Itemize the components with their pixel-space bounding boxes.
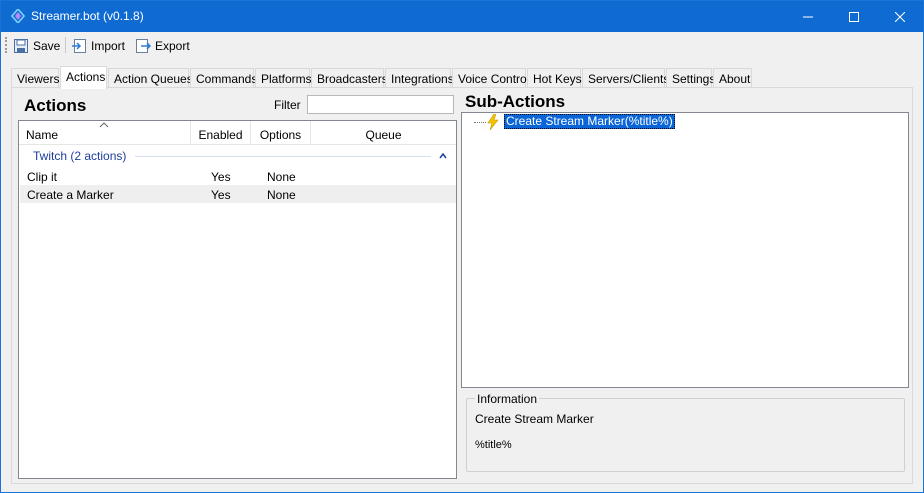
import-button[interactable]: Import bbox=[71, 36, 125, 56]
column-header-options[interactable]: Options bbox=[251, 121, 311, 145]
import-icon bbox=[72, 39, 86, 53]
tab-actions[interactable]: Actions bbox=[60, 66, 107, 89]
save-button[interactable]: Save bbox=[13, 36, 60, 56]
streamerbot-logo-icon bbox=[11, 9, 25, 23]
column-header-queue[interactable]: Queue bbox=[311, 121, 456, 145]
title-bar[interactable]: Streamer.bot (v0.1.8) bbox=[1, 1, 923, 32]
action-name: Clip it bbox=[27, 170, 58, 184]
close-icon bbox=[895, 11, 905, 22]
tree-connector bbox=[474, 122, 486, 123]
action-enabled: Yes bbox=[211, 188, 231, 202]
collapse-chevron-icon[interactable] bbox=[439, 153, 447, 159]
close-button[interactable] bbox=[877, 1, 923, 32]
tab-viewers[interactable]: Viewers bbox=[11, 68, 59, 88]
column-name-label: Name bbox=[26, 128, 59, 142]
filter-input[interactable] bbox=[307, 95, 454, 114]
sub-actions-tree[interactable]: Create Stream Marker(%title%) bbox=[461, 112, 909, 388]
actions-tab-page: Actions Filter Name Enabled Options Queu… bbox=[11, 87, 913, 484]
toolbar-grip[interactable] bbox=[5, 37, 8, 53]
tab-integrations[interactable]: Integrations bbox=[385, 68, 454, 88]
tab-hot-keys[interactable]: Hot Keys bbox=[527, 68, 582, 88]
export-icon bbox=[136, 39, 151, 53]
window-title: Streamer.bot (v0.1.8) bbox=[31, 9, 144, 23]
sort-ascending-icon bbox=[99, 122, 109, 128]
minimize-icon bbox=[803, 16, 813, 17]
information-detail: %title% bbox=[475, 439, 512, 451]
column-header-enabled[interactable]: Enabled bbox=[191, 121, 251, 145]
list-item[interactable]: Create a Marker Yes None bbox=[20, 185, 456, 203]
tab-settings[interactable]: Settings bbox=[666, 68, 715, 88]
lightning-icon bbox=[487, 114, 499, 130]
list-item[interactable]: Clip it Yes None bbox=[20, 167, 456, 185]
information-group: Information Create Stream Marker %title% bbox=[466, 392, 905, 472]
minimize-button[interactable] bbox=[785, 1, 831, 32]
action-options: None bbox=[267, 188, 296, 202]
filter-label: Filter bbox=[274, 98, 301, 112]
actions-list-header: Name Enabled Options Queue bbox=[19, 121, 456, 145]
sub-action-item[interactable]: Create Stream Marker(%title%) bbox=[504, 114, 675, 129]
information-title: Create Stream Marker bbox=[475, 412, 594, 426]
sub-actions-heading: Sub-Actions bbox=[465, 92, 566, 111]
tab-action-queues[interactable]: Action Queues bbox=[108, 68, 193, 88]
toolbar-separator bbox=[65, 37, 66, 53]
save-icon bbox=[14, 39, 28, 53]
app-window: Streamer.bot (v0.1.8) Save Import Export… bbox=[0, 0, 924, 493]
action-name: Create a Marker bbox=[27, 188, 114, 202]
export-button[interactable]: Export bbox=[135, 36, 190, 56]
actions-list[interactable]: Name Enabled Options Queue Twitch (2 act… bbox=[18, 120, 457, 479]
group-header-twitch[interactable]: Twitch (2 actions) bbox=[19, 147, 456, 165]
save-label: Save bbox=[33, 39, 61, 53]
tab-about[interactable]: About bbox=[713, 68, 752, 88]
export-label: Export bbox=[155, 39, 190, 53]
group-label: Twitch (2 actions) bbox=[33, 149, 127, 163]
action-options: None bbox=[267, 170, 296, 184]
maximize-icon bbox=[849, 11, 859, 22]
information-legend: Information bbox=[475, 392, 540, 406]
maximize-button[interactable] bbox=[831, 1, 877, 32]
import-label: Import bbox=[91, 39, 126, 53]
tab-servers-clients[interactable]: Servers/Clients bbox=[582, 68, 669, 88]
tab-broadcasters[interactable]: Broadcasters bbox=[311, 68, 388, 88]
tab-voice-control[interactable]: Voice Control bbox=[452, 68, 529, 88]
tab-platforms[interactable]: Platforms bbox=[255, 68, 312, 88]
action-enabled: Yes bbox=[211, 170, 231, 184]
group-divider bbox=[135, 156, 431, 157]
toolbar: Save Import Export bbox=[1, 32, 923, 59]
tab-commands[interactable]: Commands bbox=[190, 68, 257, 88]
actions-heading: Actions bbox=[24, 96, 87, 115]
column-header-name[interactable]: Name bbox=[19, 121, 191, 145]
